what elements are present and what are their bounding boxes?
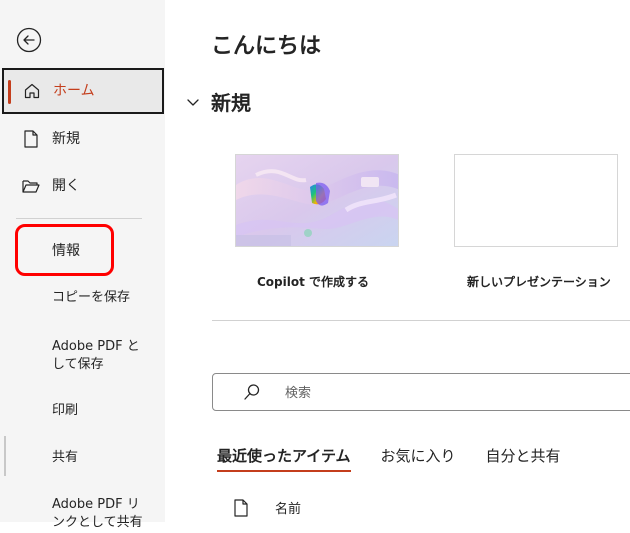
file-tabs: 最近使ったアイテム お気に入り 自分と共有 (217, 445, 591, 472)
template-label: Copilot で作成する (257, 275, 370, 289)
sidebar-item-open[interactable]: 開く (0, 173, 165, 199)
chevron-down-icon (187, 98, 199, 106)
new-section-toggle[interactable]: 新規 (185, 87, 251, 116)
backstage-main: こんにちは 新規 Copilot で作成する 新しいプレゼンテーション 検索 最… (165, 0, 630, 522)
file-list-header: 名前 (233, 498, 301, 517)
backstage-sidebar: ホーム 新規 開く 情報 コピーを保存 Adobe PDF と して保存 印刷 (0, 0, 165, 530)
sidebar-item-share[interactable]: 共有 (0, 447, 165, 469)
copilot-artwork-image (236, 155, 398, 246)
sidebar-item-save-copy[interactable]: コピーを保存 (0, 287, 165, 309)
sidebar-item-label: Adobe PDF リ ンクとして共有 (52, 497, 143, 530)
home-icon (22, 81, 42, 101)
active-indicator (8, 80, 11, 104)
tab-shared-with-me[interactable]: 自分と共有 (486, 445, 561, 466)
template-label: 新しいプレゼンテーション (467, 275, 611, 289)
name-column-header[interactable]: 名前 (275, 498, 301, 517)
new-section-title: 新規 (211, 91, 251, 115)
section-divider (212, 320, 630, 321)
file-type-icon (234, 498, 248, 517)
sidebar-item-new[interactable]: 新規 (0, 126, 165, 152)
tab-favorites[interactable]: お気に入り (381, 445, 456, 466)
sidebar-divider (16, 218, 142, 219)
sidebar-item-label: 印刷 (52, 403, 79, 418)
template-blank-presentation[interactable]: 新しいプレゼンテーション (454, 154, 618, 289)
sidebar-item-share-adobe-pdf-link[interactable]: Adobe PDF リ ンクとして共有 (0, 495, 165, 533)
sidebar-item-home[interactable]: ホーム (2, 68, 164, 114)
sidebar-item-label: Adobe PDF と して保存 (52, 339, 140, 372)
sidebar-item-label: 新規 (52, 131, 80, 147)
new-document-icon (21, 129, 41, 149)
greeting-title: こんにちは (211, 34, 322, 59)
back-arrow-circle-icon (16, 27, 42, 53)
back-button[interactable] (15, 26, 43, 54)
sidebar-item-label: コピーを保存 (52, 290, 131, 305)
template-copilot[interactable]: Copilot で作成する (235, 154, 399, 289)
tab-recent[interactable]: 最近使ったアイテム (217, 445, 351, 472)
search-icon (244, 384, 260, 400)
sidebar-item-save-as-adobe-pdf[interactable]: Adobe PDF と して保存 (0, 337, 165, 375)
search-input[interactable] (283, 382, 627, 404)
highlight-box (15, 224, 114, 276)
sidebar-item-label: ホーム (53, 83, 95, 99)
open-folder-icon (21, 176, 41, 196)
search-box[interactable] (212, 373, 630, 411)
copilot-thumbnail (235, 154, 399, 247)
blank-thumbnail (454, 154, 618, 247)
sidebar-item-print[interactable]: 印刷 (0, 400, 165, 422)
sidebar-item-label: 開く (52, 178, 80, 194)
sidebar-item-label: 共有 (52, 450, 79, 465)
